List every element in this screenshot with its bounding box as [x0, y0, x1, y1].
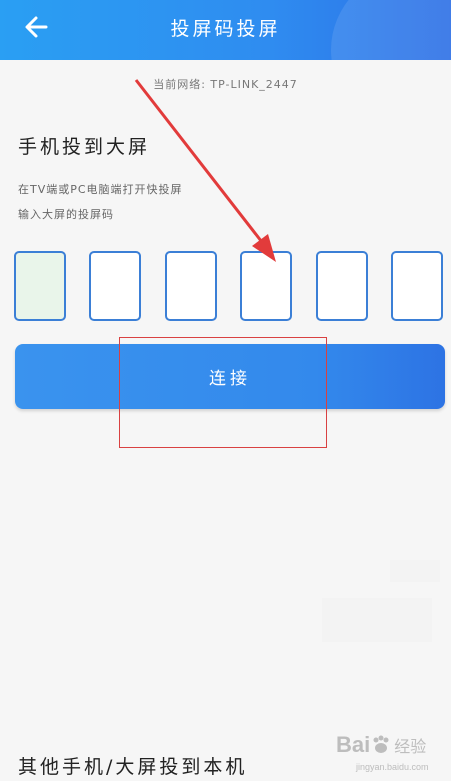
paw-icon	[373, 735, 389, 753]
cast-instruction-line1: 在TV端或PC电脑端打开快投屏	[18, 183, 183, 196]
cast-section-title: 手机投到大屏	[18, 136, 151, 158]
code-input-box-5[interactable]	[316, 251, 368, 321]
code-input-box-3[interactable]	[165, 251, 217, 321]
faint-placeholder-block	[390, 560, 440, 582]
baidu-watermark: Bai 经验	[336, 732, 427, 757]
page-title: 投屏码投屏	[170, 18, 281, 40]
faint-placeholder-block	[322, 598, 432, 642]
connect-button[interactable]: 连接	[15, 344, 445, 409]
code-input-box-2[interactable]	[89, 251, 141, 321]
receive-section-title: 其他手机/大屏投到本机	[18, 756, 248, 778]
cast-instruction-line2: 输入大屏的投屏码	[18, 208, 114, 221]
code-input-box-4[interactable]	[240, 251, 292, 321]
app-header: 投屏码投屏	[0, 0, 451, 60]
current-network-label: 当前网络: TP-LINK_2447	[153, 78, 298, 91]
code-input-box-1[interactable]	[14, 251, 66, 321]
code-input-box-6[interactable]	[391, 251, 443, 321]
watermark-url: jingyan.baidu.com	[356, 762, 429, 772]
